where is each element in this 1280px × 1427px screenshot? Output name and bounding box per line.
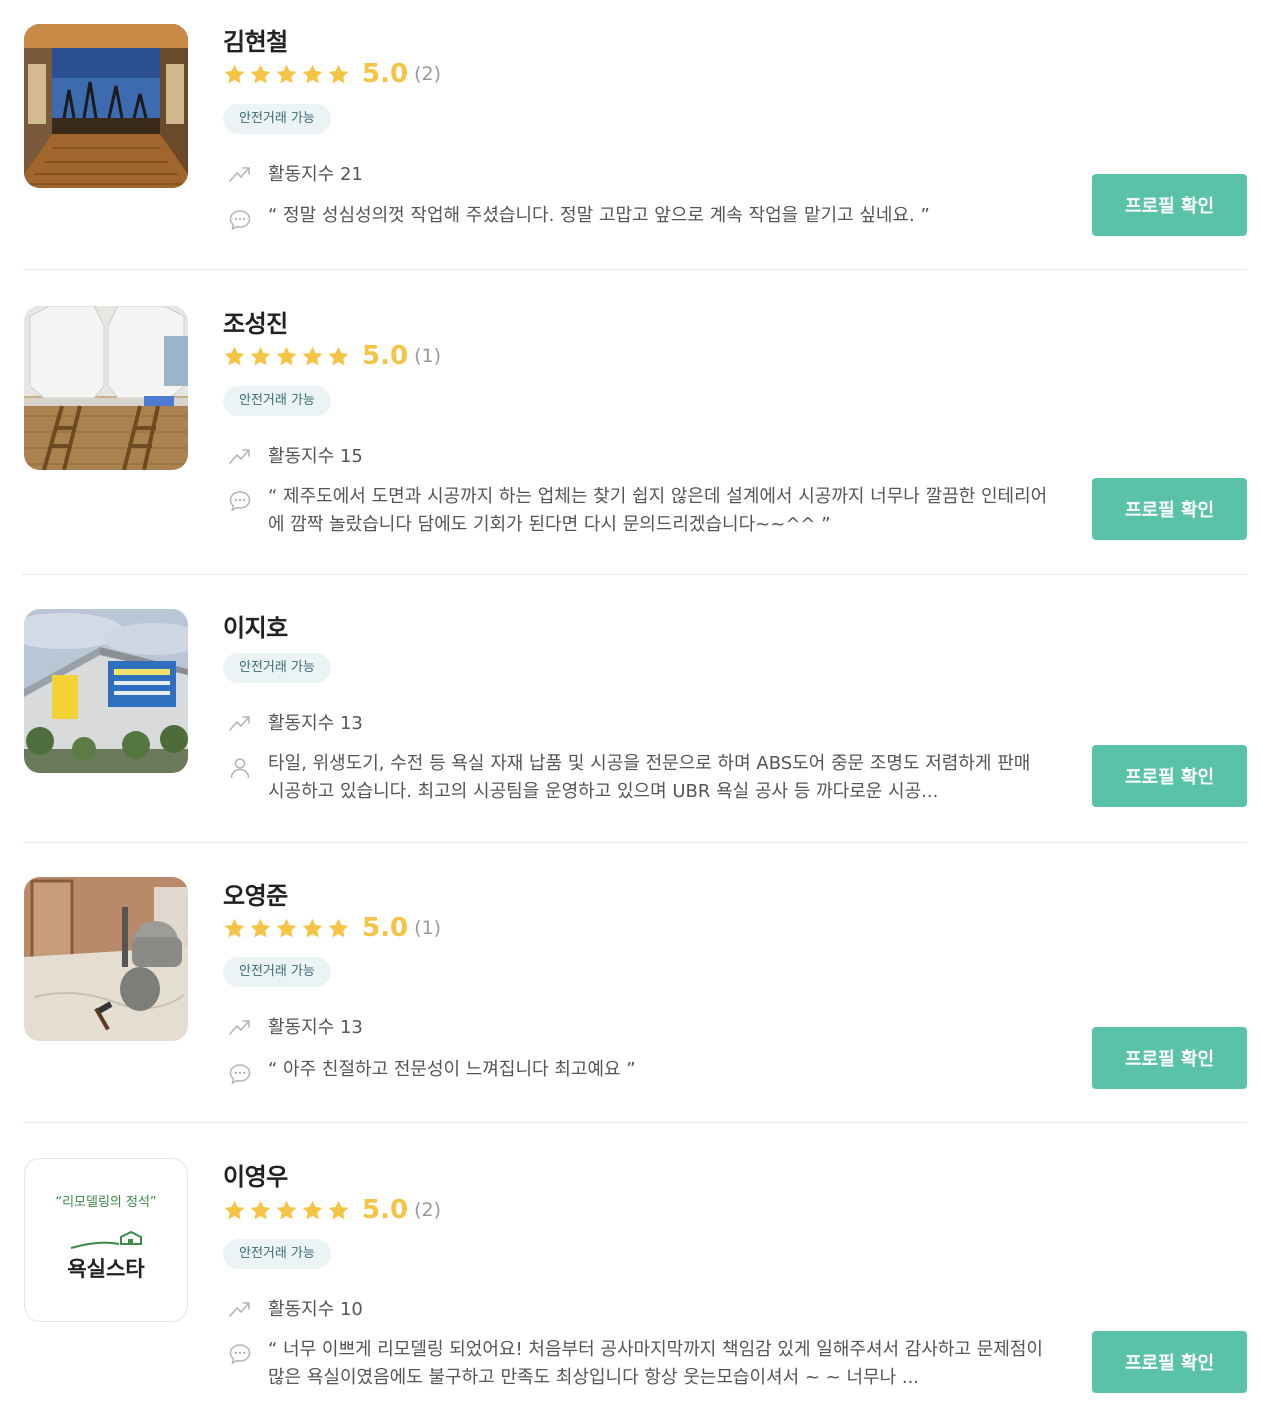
star-icon [302, 918, 323, 937]
star-icon [250, 346, 271, 365]
activity-score: 활동지수 15 [268, 446, 363, 467]
review-count: (1) [414, 345, 441, 367]
star-icon [276, 918, 297, 937]
house-hill-icon [70, 1230, 142, 1249]
safe-trade-badge: 안전거래 가능 [223, 653, 331, 683]
activity-score: 활동지수 10 [268, 1299, 363, 1320]
person-icon [230, 758, 250, 779]
star-icon [250, 1200, 271, 1219]
construction-site-photo [24, 877, 188, 1041]
activity-stat: 활동지수 15 [228, 442, 363, 468]
safe-trade-badge: 안전거래 가능 [223, 957, 331, 987]
divider [22, 842, 1247, 843]
expert-name[interactable]: 김현철 [223, 22, 288, 57]
expert-photo[interactable] [24, 877, 188, 1041]
review-excerpt: “ 제주도에서 도면과 시공까지 하는 업체는 찾기 쉽지 않은데 설계에서 시… [228, 483, 1048, 539]
star-icon [224, 1200, 245, 1219]
star-icon [224, 346, 245, 365]
expert-photo[interactable] [24, 609, 188, 773]
safe-trade-badge: 안전거래 가능 [223, 1239, 331, 1269]
star-rating [223, 1199, 350, 1222]
star-rating [223, 917, 350, 940]
logo-brand: 욕실스타 [67, 1257, 145, 1281]
review-count: (1) [414, 917, 441, 939]
review-text: “ 정말 성심성의껏 작업해 주셨습니다. 정말 고맙고 앞으로 계속 작업을 … [268, 205, 930, 226]
star-icon [276, 1200, 297, 1219]
view-profile-button[interactable]: 프로필 확인 [1092, 174, 1247, 236]
rating-row: 5.0 (2) [223, 1195, 441, 1225]
star-icon [276, 346, 297, 365]
expert-photo[interactable] [24, 24, 188, 188]
review-count: (2) [414, 63, 441, 85]
star-icon [302, 1200, 323, 1219]
rating-score: 5.0 [362, 1195, 409, 1225]
star-icon [250, 64, 271, 83]
expert-name[interactable]: 이지호 [223, 608, 288, 643]
star-rating [223, 63, 350, 86]
expert-introduction: 타일, 위생도기, 수전 등 욕실 자재 납품 및 시공을 전문으로 하며 AB… [228, 750, 1048, 806]
wooden-deck-photo [24, 24, 188, 188]
safe-trade-badge: 안전거래 가능 [223, 104, 331, 134]
star-icon [250, 918, 271, 937]
rating-row: 5.0 (2) [223, 59, 441, 89]
rating-row: 5.0 (1) [223, 341, 441, 371]
activity-stat: 활동지수 10 [228, 1295, 363, 1321]
star-icon [276, 64, 297, 83]
star-icon [328, 1200, 349, 1219]
activity-stat: 활동지수 13 [228, 709, 363, 735]
trending-up-icon [229, 449, 250, 464]
review-text: “ 너무 이쁘게 리모델링 되었어요! 처음부터 공사마지막까지 책임감 있게 … [268, 1339, 1043, 1388]
view-profile-button[interactable]: 프로필 확인 [1092, 1331, 1247, 1393]
review-text: “ 아주 친절하고 전문성이 느껴집니다 최고예요 ” [268, 1059, 636, 1080]
review-count: (2) [414, 1199, 441, 1221]
view-profile-button[interactable]: 프로필 확인 [1092, 1027, 1247, 1089]
logo-slogan: “리모델링의 정석” [55, 1195, 157, 1210]
review-text: “ 제주도에서 도면과 시공까지 하는 업체는 찾기 쉽지 않은데 설계에서 시… [268, 486, 1048, 535]
activity-stat: 활동지수 21 [228, 160, 363, 186]
speech-bubble-icon [229, 1064, 251, 1085]
introduction-text: 타일, 위생도기, 수전 등 욕실 자재 납품 및 시공을 전문으로 하며 AB… [268, 753, 1031, 802]
speech-bubble-icon [229, 1344, 251, 1365]
star-icon [328, 64, 349, 83]
review-excerpt: “ 정말 성심성의껏 작업해 주셨습니다. 정말 고맙고 앞으로 계속 작업을 … [228, 202, 1048, 232]
star-icon [328, 918, 349, 937]
speech-bubble-icon [229, 491, 251, 512]
safe-trade-badge: 안전거래 가능 [223, 386, 331, 416]
star-icon [328, 346, 349, 365]
review-excerpt: “ 너무 이쁘게 리모델링 되었어요! 처음부터 공사마지막까지 책임감 있게 … [228, 1336, 1048, 1392]
rating-score: 5.0 [362, 59, 409, 89]
trending-up-icon [229, 1302, 250, 1317]
activity-score: 활동지수 21 [268, 164, 363, 185]
star-icon [224, 918, 245, 937]
trending-up-icon [229, 167, 250, 182]
star-icon [302, 64, 323, 83]
loft-bed-photo [24, 306, 188, 470]
trending-up-icon [229, 716, 250, 731]
rating-row: 5.0 (1) [223, 913, 441, 943]
expert-name[interactable]: 조성진 [223, 304, 288, 339]
star-rating [223, 345, 350, 368]
divider [22, 1122, 1247, 1123]
view-profile-button[interactable]: 프로필 확인 [1092, 745, 1247, 807]
expert-photo[interactable] [24, 306, 188, 470]
expert-logo[interactable]: “리모델링의 정석” 욕실스타 [24, 1158, 188, 1322]
rating-score: 5.0 [362, 341, 409, 371]
activity-score: 활동지수 13 [268, 1017, 363, 1038]
star-icon [224, 64, 245, 83]
divider [22, 574, 1247, 575]
activity-score: 활동지수 13 [268, 713, 363, 734]
speech-bubble-icon [229, 210, 251, 231]
expert-name[interactable]: 이영우 [223, 1157, 288, 1192]
divider [22, 269, 1247, 270]
review-excerpt: “ 아주 친절하고 전문성이 느껴집니다 최고예요 ” [228, 1056, 1048, 1086]
star-icon [302, 346, 323, 365]
store-building-photo [24, 609, 188, 773]
rating-score: 5.0 [362, 913, 409, 943]
activity-stat: 활동지수 13 [228, 1013, 363, 1039]
trending-up-icon [229, 1020, 250, 1035]
expert-name[interactable]: 오영준 [223, 876, 288, 911]
view-profile-button[interactable]: 프로필 확인 [1092, 478, 1247, 540]
